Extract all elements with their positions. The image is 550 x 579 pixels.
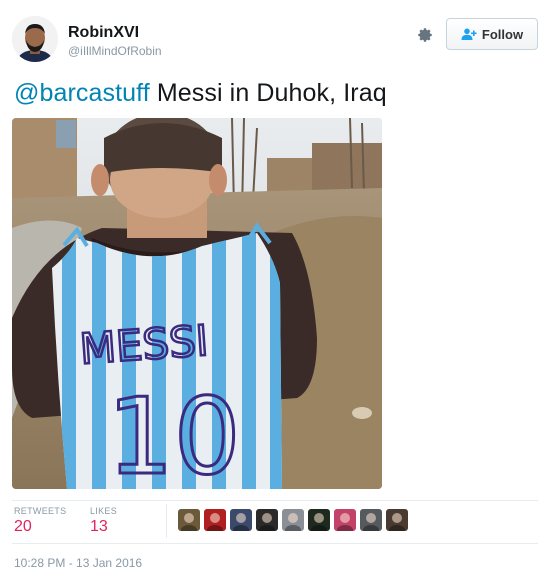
shirt-name: MESSI: [78, 316, 210, 374]
gear-icon: [418, 28, 432, 42]
stats-divider-bottom: [12, 543, 538, 544]
stats-divider: [166, 504, 167, 538]
liker-avatar[interactable]: [282, 509, 304, 531]
follow-button[interactable]: Follow: [446, 18, 538, 50]
tweet-body: Messi in Duhok, Iraq: [149, 79, 387, 107]
screen-name[interactable]: @iIllMindOfRobin: [68, 44, 162, 58]
timestamp[interactable]: 10:28 PM - 13 Jan 2016: [14, 556, 142, 570]
avatar-image: [12, 16, 58, 62]
add-user-icon: [461, 28, 477, 40]
shirt-number: 10: [107, 376, 241, 489]
liker-avatars: [178, 509, 408, 531]
stats-divider-top: [12, 500, 538, 501]
settings-gear[interactable]: [414, 24, 436, 46]
tweet-photo[interactable]: MESSI 10: [12, 118, 382, 489]
follow-label: Follow: [481, 26, 524, 42]
retweets-count[interactable]: 20: [14, 518, 32, 536]
likes-label[interactable]: LIKES: [90, 506, 117, 516]
liker-avatar[interactable]: [178, 509, 200, 531]
display-name[interactable]: RobinXVI: [68, 24, 139, 42]
likes-count[interactable]: 13: [90, 518, 108, 536]
retweets-label[interactable]: RETWEETS: [14, 506, 66, 516]
liker-avatar[interactable]: [204, 509, 226, 531]
tweet-card: RobinXVI @iIllMindOfRobin Follow @barcas…: [0, 0, 550, 579]
liker-avatar[interactable]: [230, 509, 252, 531]
liker-avatar[interactable]: [386, 509, 408, 531]
photo-image: MESSI 10: [12, 118, 382, 489]
liker-avatar[interactable]: [334, 509, 356, 531]
tweet-text: @barcastuff Messi in Duhok, Iraq: [14, 79, 387, 108]
avatar[interactable]: [12, 16, 58, 62]
mention-link[interactable]: @barcastuff: [14, 79, 150, 107]
liker-avatar[interactable]: [256, 509, 278, 531]
liker-avatar[interactable]: [308, 509, 330, 531]
liker-avatar[interactable]: [360, 509, 382, 531]
